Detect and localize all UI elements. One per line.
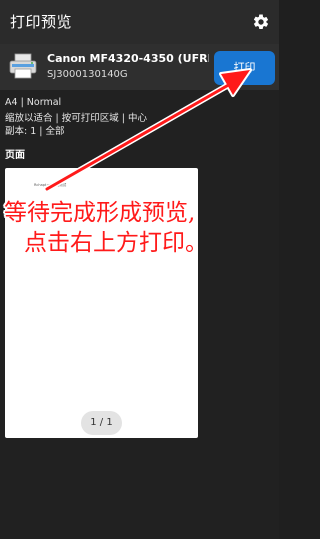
copies-setting[interactable]: 副本: 1 | 全部: [5, 123, 65, 137]
print-preview-screen: 打印预览 Canon MF4320-4350 (UFRII... SJ30001…: [0, 0, 279, 539]
printer-icon: [9, 53, 37, 79]
page-content-text: Rchapt rdf文档测试: [34, 183, 67, 187]
print-button[interactable]: 打印: [214, 51, 275, 85]
gear-icon[interactable]: [252, 13, 270, 31]
annotation-line-2: 点击右上方打印。: [24, 230, 208, 256]
page-indicator: 1 / 1: [81, 411, 122, 435]
pages-section-label: 页面: [5, 150, 25, 161]
paper-setting[interactable]: A4 | Normal: [5, 97, 61, 108]
printer-serial: SJ3000130140G: [47, 69, 128, 80]
scaling-setting[interactable]: 缩放以适合 | 按可打印区域 | 中心: [5, 110, 147, 124]
annotation-line-1: 等待完成形成预览,: [4, 200, 196, 226]
page-title: 打印预览: [10, 13, 73, 31]
printer-name: Canon MF4320-4350 (UFRII...: [47, 52, 209, 65]
app-bar: 打印预览: [0, 0, 279, 44]
printer-selector[interactable]: Canon MF4320-4350 (UFRII... SJ3000130140…: [0, 44, 279, 90]
